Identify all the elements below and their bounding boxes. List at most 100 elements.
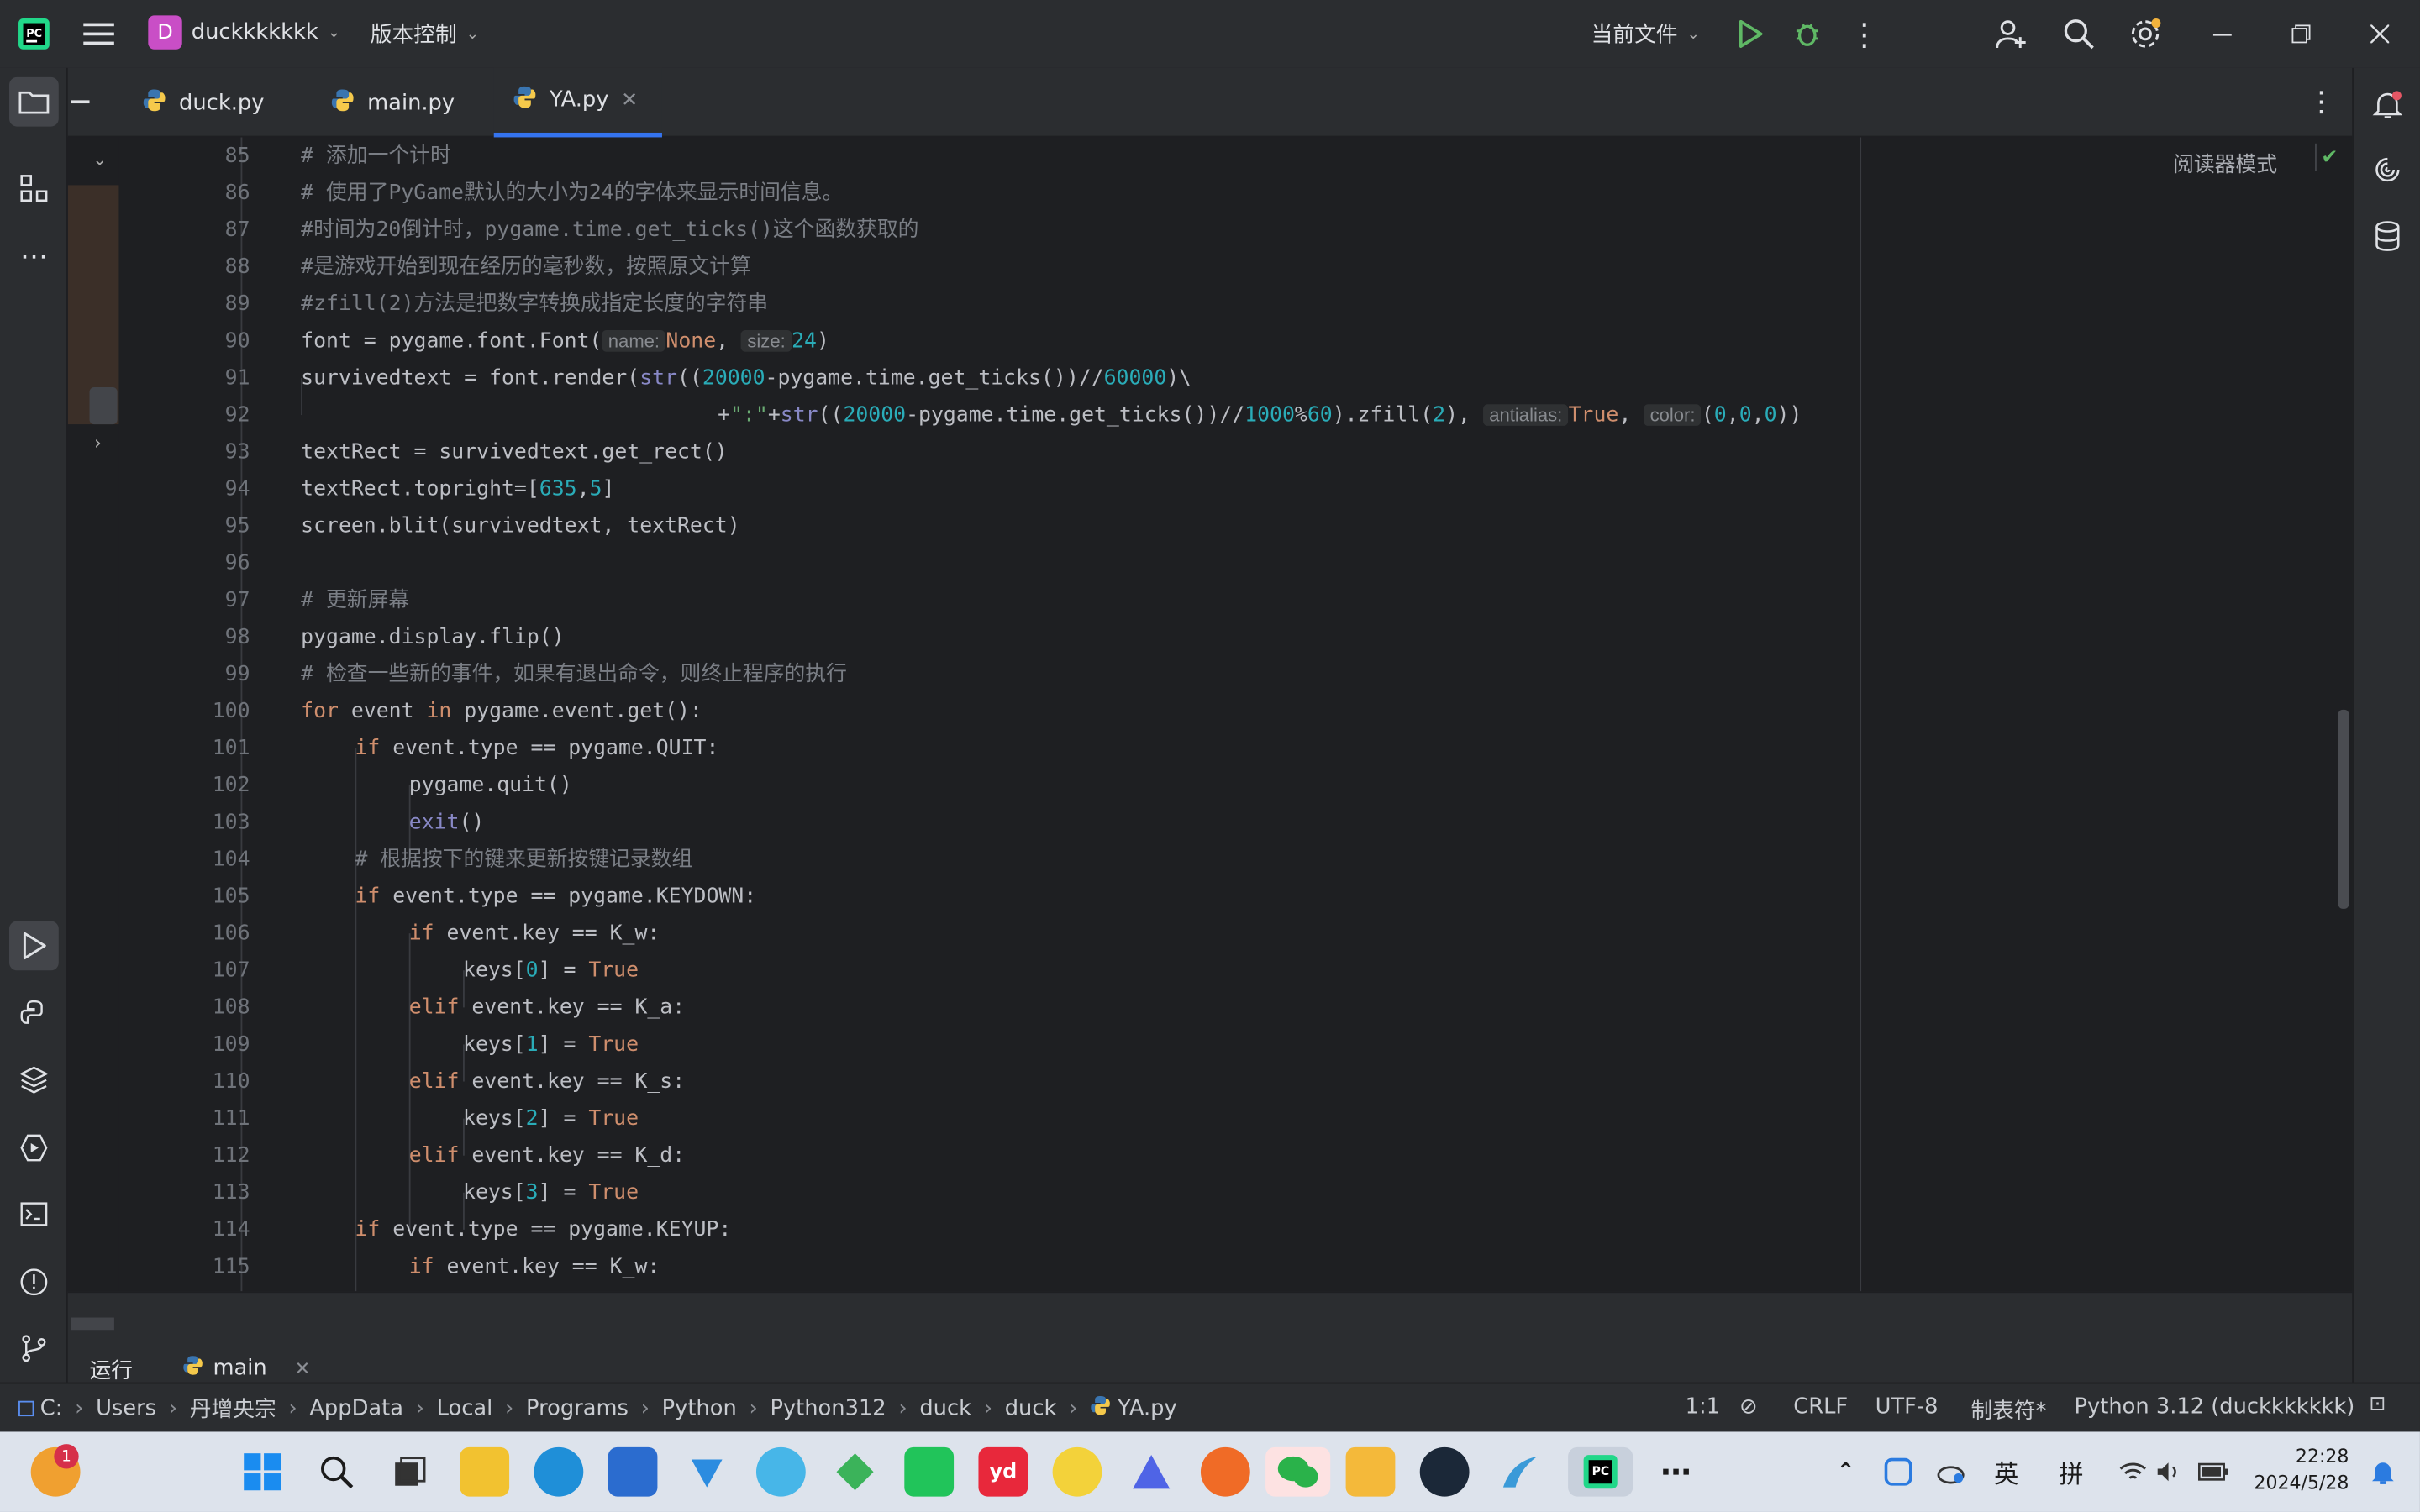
line-number: 93	[224, 439, 250, 465]
breadcrumb-item[interactable]: duck	[919, 1396, 971, 1420]
structure-icon[interactable]	[9, 164, 59, 213]
app-icon[interactable]	[904, 1446, 955, 1497]
edge-browser-icon[interactable]	[534, 1446, 584, 1497]
youdao-dictionary-icon[interactable]: yd	[978, 1446, 1028, 1497]
line-ending[interactable]: CRLF	[1793, 1394, 1848, 1419]
app-tray-icon[interactable]	[1874, 1447, 1923, 1497]
code-lines: 85 # 添加一个计时 86 # 使用了PyGame默认的大小为24的字体来显示时间…	[68, 137, 2260, 1291]
app-icon[interactable]	[755, 1446, 806, 1497]
breadcrumb-item[interactable]: 丹增央宗	[190, 1394, 276, 1425]
project-switcher[interactable]: D duckkkkkkk ⌄	[148, 15, 340, 50]
run-config-selector[interactable]: 当前文件 ⌄	[1591, 18, 1700, 50]
caret-position[interactable]: 1:1	[1686, 1394, 1720, 1419]
separator-icon: ›	[749, 1396, 758, 1421]
app-icon[interactable]	[1052, 1446, 1102, 1497]
indent-style[interactable]: 制表符*	[1970, 1394, 2046, 1425]
collapse-panel-icon[interactable]	[71, 100, 90, 103]
no-problems-check-icon[interactable]: ✔	[2321, 146, 2338, 170]
line-number: 110	[212, 1068, 250, 1095]
services-icon[interactable]	[9, 1123, 59, 1173]
pycharm-taskbar-icon[interactable]: PC	[1568, 1446, 1634, 1497]
code-token: -pygame.time.get_ticks())//	[765, 365, 1104, 391]
breadcrumb-item[interactable]: Users	[96, 1396, 156, 1420]
close-tab-icon[interactable]: ✕	[295, 1357, 310, 1379]
wechat-icon[interactable]	[1265, 1446, 1331, 1497]
tab-ya-py[interactable]: YA.py ✕	[493, 67, 662, 138]
run-icon[interactable]	[1732, 15, 1769, 52]
onedrive-icon[interactable]	[1926, 1447, 1975, 1497]
app-icon[interactable]	[682, 1447, 732, 1497]
breadcrumb-item[interactable]: Python	[662, 1396, 737, 1420]
app-icon[interactable]	[460, 1446, 510, 1497]
more-apps-icon[interactable]: ⋯	[1651, 1447, 1701, 1497]
code-token: elif	[408, 1068, 460, 1095]
clock[interactable]: 22:28 2024/5/28	[2241, 1444, 2349, 1496]
tab-duck-py[interactable]: duck.py	[124, 68, 283, 138]
read-only-toggle-icon[interactable]: ⊘	[1739, 1394, 1758, 1419]
windows-start-icon[interactable]	[238, 1447, 287, 1497]
breadcrumb-item[interactable]: YA.py	[1118, 1396, 1177, 1420]
ime-mode[interactable]: 拼	[2046, 1447, 2096, 1497]
python-console-icon[interactable]	[9, 989, 59, 1038]
task-view-icon[interactable]	[386, 1447, 435, 1497]
code-line: pygame.quit()	[408, 773, 572, 798]
app-icon[interactable]	[1494, 1447, 1544, 1497]
chevron-down-icon: ⌄	[466, 25, 480, 43]
run-tool-icon[interactable]	[9, 921, 59, 971]
python-packages-icon[interactable]	[9, 1055, 59, 1105]
app-icon[interactable]	[1127, 1447, 1176, 1497]
close-tab-icon[interactable]: ✕	[621, 89, 638, 113]
code-token: survivedtext = font.render(	[301, 365, 640, 391]
breadcrumb-item[interactable]: Local	[437, 1396, 493, 1420]
param-hint: color:	[1644, 404, 1702, 426]
firefox-icon[interactable]	[1200, 1446, 1250, 1497]
file-encoding[interactable]: UTF-8	[1876, 1394, 1939, 1419]
battery-icon[interactable]	[2188, 1447, 2238, 1497]
ai-assistant-icon[interactable]	[2363, 145, 2412, 195]
pycharm-logo-icon[interactable]: PC	[15, 15, 52, 52]
settings-gear-icon[interactable]	[2125, 14, 2165, 55]
show-hidden-icons-icon[interactable]: ⌃	[1821, 1447, 1870, 1497]
add-user-icon[interactable]	[1991, 14, 2031, 55]
file-explorer-icon[interactable]	[1345, 1446, 1396, 1497]
lock-icon[interactable]: ⊡	[2369, 1394, 2386, 1417]
breadcrumb-item[interactable]: C:	[40, 1396, 63, 1420]
problems-icon[interactable]	[9, 1257, 59, 1307]
more-tools-icon[interactable]: ⋯	[9, 232, 59, 281]
close-icon[interactable]	[2361, 15, 2398, 52]
main-menu-icon[interactable]	[81, 15, 118, 52]
terminal-icon[interactable]	[9, 1189, 59, 1239]
more-actions-icon[interactable]: ⋮	[1846, 15, 1883, 52]
search-icon[interactable]	[2059, 14, 2099, 55]
volume-icon[interactable]	[2145, 1447, 2195, 1497]
code-token: keys[	[463, 1032, 526, 1058]
steam-icon[interactable]	[1419, 1446, 1470, 1497]
run-tab-main[interactable]: main ✕	[182, 1355, 310, 1383]
editor-scrollbar-thumb[interactable]	[2338, 709, 2349, 909]
git-branch-icon[interactable]	[9, 1324, 59, 1373]
code-token: 0	[525, 958, 539, 983]
database-icon[interactable]	[2363, 212, 2412, 261]
vcs-menu[interactable]: 版本控制 ⌄	[371, 18, 479, 50]
project-folder-icon[interactable]	[9, 76, 59, 127]
ime-language[interactable]: 英	[1981, 1447, 2031, 1497]
search-icon[interactable]	[312, 1447, 361, 1497]
tab-main-py[interactable]: main.py	[312, 68, 473, 138]
debug-icon[interactable]	[1789, 15, 1826, 52]
breadcrumb-item[interactable]: Programs	[526, 1396, 629, 1420]
notification-bell-icon[interactable]	[2358, 1447, 2407, 1497]
restore-icon[interactable]	[2282, 15, 2319, 52]
breadcrumb-item[interactable]: AppData	[309, 1396, 403, 1420]
breadcrumb-item[interactable]: Python312	[770, 1396, 886, 1420]
line-number: 107	[212, 958, 250, 983]
notifications-icon[interactable]	[2363, 81, 2412, 130]
tab-options-icon[interactable]: ⋮	[2302, 83, 2339, 120]
breadcrumb-item[interactable]: duck	[1005, 1396, 1057, 1420]
python-interpreter[interactable]: Python 3.12 (duckkkkkkk)	[2075, 1394, 2355, 1419]
store-icon[interactable]	[608, 1446, 658, 1497]
horizontal-scroll-thumb[interactable]	[71, 1317, 114, 1331]
code-line: +":"+str((20000-pygame.time.get_ticks())…	[718, 396, 1802, 433]
line-number: 115	[212, 1254, 250, 1279]
app-icon[interactable]	[830, 1447, 880, 1497]
minimize-icon[interactable]	[2204, 15, 2241, 52]
